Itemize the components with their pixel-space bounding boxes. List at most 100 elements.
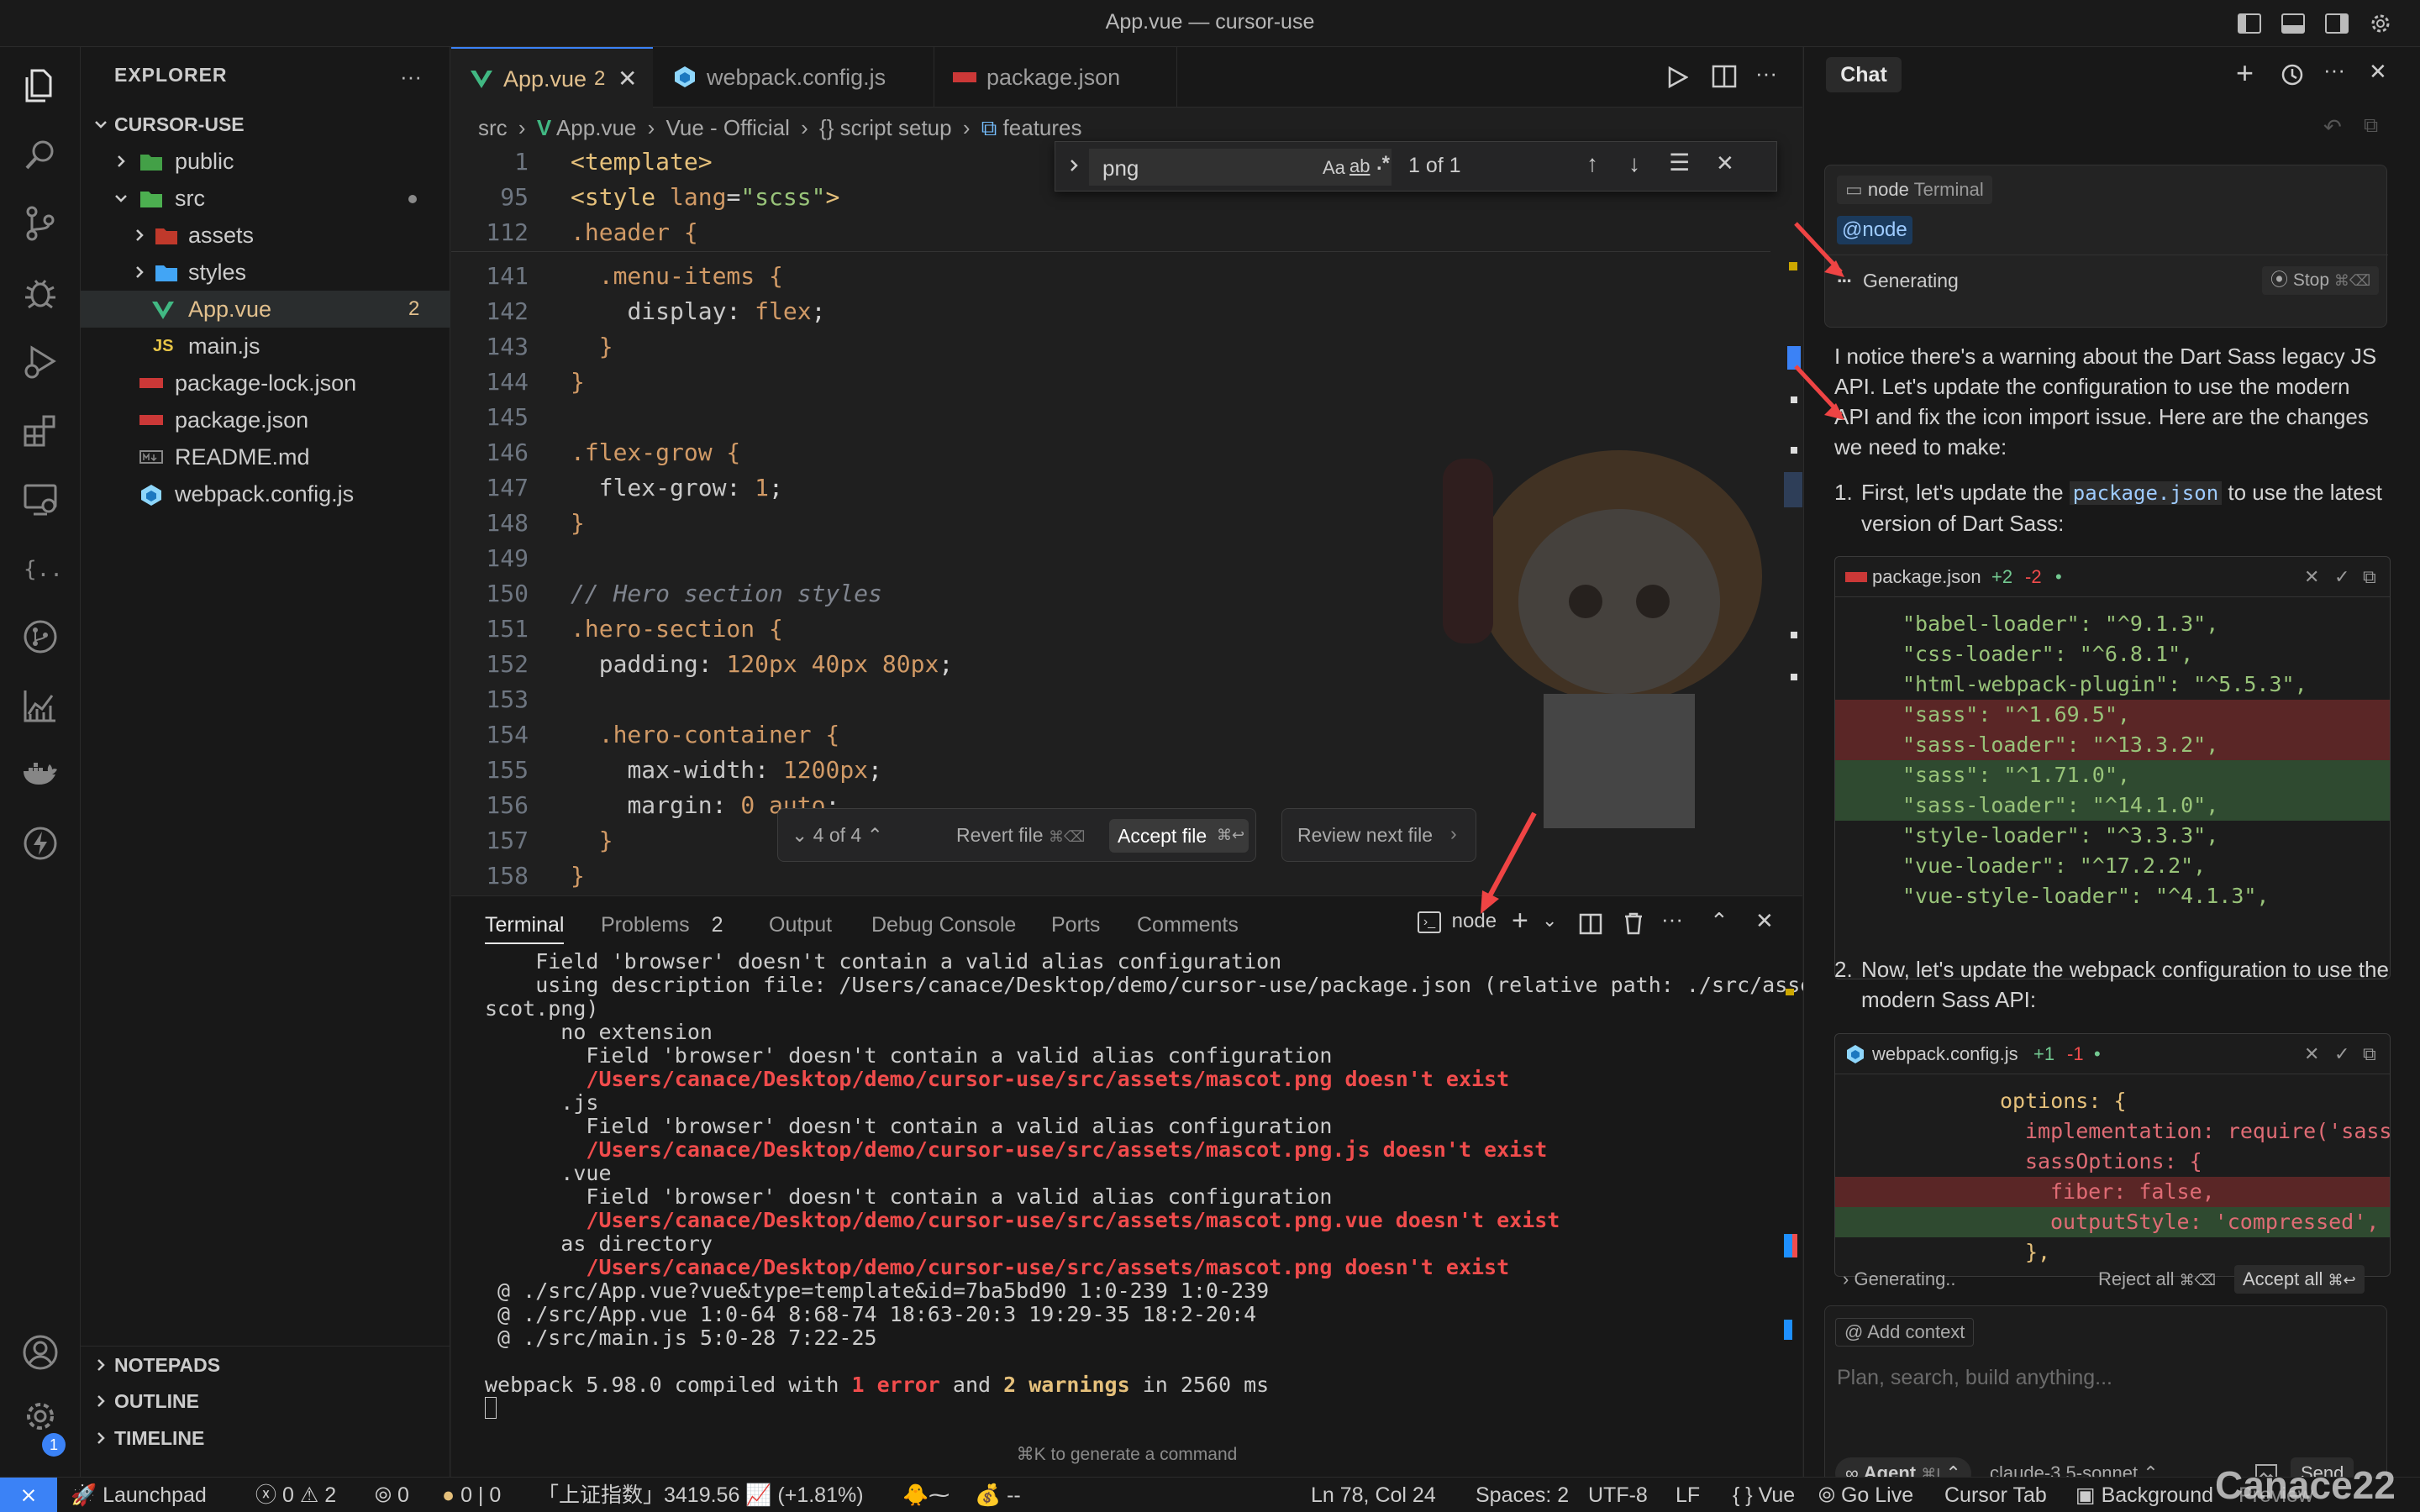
tree-item-assets[interactable]: assets (81, 217, 450, 254)
tree-item-package-json[interactable]: package.json (81, 402, 450, 438)
breadcrumb-language[interactable]: Vue - Official (666, 115, 790, 140)
close-tab-icon[interactable]: ✕ (618, 49, 637, 109)
bits-indicator[interactable]: ● 0 | 0 (442, 1478, 501, 1512)
find-input[interactable]: png Aa ab .* (1089, 149, 1392, 186)
go-live-button[interactable]: ⦾ Go Live (1818, 1478, 1913, 1512)
close-panel-icon[interactable]: ✕ (1755, 908, 1774, 934)
manage-gear-icon[interactable] (20, 1396, 60, 1436)
tab-webpack-config[interactable]: webpack.config.js (655, 47, 932, 108)
stock-ticker[interactable]: 「上证指数」3419.56 📈 (+1.81%) (538, 1478, 864, 1512)
close-find-icon[interactable]: ✕ (1716, 150, 1734, 176)
open-diff-icon[interactable]: ⧉ (2363, 557, 2376, 597)
find-in-selection-icon[interactable]: ☰ (1669, 149, 1690, 176)
source-control-icon[interactable] (20, 203, 60, 244)
open-diff-icon[interactable]: ⧉ (2363, 1034, 2376, 1074)
panel-tab-comments[interactable]: Comments (1137, 913, 1239, 937)
toggle-secondary-sidebar-icon[interactable] (2324, 12, 2349, 35)
accept-file-button[interactable]: Accept file ⌘↩ (1109, 819, 1249, 853)
extensions-icon[interactable] (20, 410, 60, 450)
breadcrumb-file[interactable]: App.vue (556, 115, 636, 140)
tab-app-vue[interactable]: App.vue 2 ✕ (451, 47, 653, 108)
pet-icon[interactable]: 🐥⁓ (902, 1478, 950, 1512)
section-notepads[interactable]: NOTEPADS (81, 1346, 450, 1383)
tree-item-src[interactable]: src (81, 180, 450, 217)
accept-all-button[interactable]: Accept all ⌘↩ (2234, 1265, 2365, 1294)
json-braces-icon[interactable]: {..} (20, 548, 60, 588)
chart-icon[interactable] (20, 685, 60, 726)
account-icon[interactable] (20, 1332, 60, 1373)
language-mode[interactable]: { } Vue (1733, 1478, 1795, 1512)
accept-diff-icon[interactable]: ✓ (2334, 1034, 2349, 1074)
trash-icon[interactable] (1623, 911, 1644, 935)
tree-item-main-js[interactable]: JS main.js (81, 328, 450, 365)
line-ending[interactable]: LF (1676, 1478, 1700, 1512)
code-area[interactable]: 1 <template> 95 <style lang="scss"> 112 .he… (451, 144, 1770, 900)
remote-indicator-icon[interactable]: ⨯ (0, 1478, 57, 1512)
cursor-tab-toggle[interactable]: Cursor Tab (1944, 1478, 2047, 1512)
chat-tab[interactable]: Chat (1826, 57, 1902, 92)
panel-tab-ports[interactable]: Ports (1051, 913, 1100, 937)
terminal-scrollbar[interactable] (1781, 950, 1799, 1454)
background-item[interactable]: ▣ Background (2075, 1478, 2213, 1512)
regex-toggle[interactable]: .* (1376, 152, 1390, 176)
breadcrumb-features[interactable]: features (1003, 115, 1082, 140)
run-debug-icon[interactable] (20, 341, 60, 381)
tree-item-app-vue[interactable]: App.vue 2 (81, 291, 450, 328)
tree-item-styles[interactable]: styles (81, 254, 450, 291)
panel-more-icon[interactable]: ··· (1661, 906, 1683, 932)
remote-explorer-icon[interactable] (20, 479, 60, 519)
gear-icon[interactable] (2368, 11, 2393, 36)
tree-item-public[interactable]: public (81, 143, 450, 180)
tree-item-webpack-config[interactable]: webpack.config.js (81, 475, 450, 512)
indentation[interactable]: Spaces: 2 (1476, 1478, 1569, 1512)
reject-diff-icon[interactable]: ✕ (2304, 1034, 2319, 1074)
section-timeline[interactable]: TIMELINE (81, 1420, 450, 1457)
explorer-root-folder[interactable]: CURSOR-USE (81, 106, 450, 143)
lightning-icon[interactable] (20, 823, 60, 864)
tab-package-json[interactable]: package.json (934, 47, 1177, 108)
add-context-button[interactable]: @ Add context (1835, 1318, 1975, 1347)
chat-input[interactable]: Plan, search, build anything... (1837, 1357, 2375, 1399)
chat-more-icon[interactable]: ··· (2323, 57, 2345, 83)
accept-diff-icon[interactable]: ✓ (2334, 557, 2349, 597)
stop-button[interactable]: ⦿ Stop ⌘⌫ (2262, 266, 2380, 295)
toggle-sidebar-icon[interactable] (2237, 12, 2262, 35)
panel-tab-problems[interactable]: Problems 2 (601, 913, 723, 937)
copy-icon[interactable]: ⧉ (2364, 114, 2378, 138)
close-chat-icon[interactable]: ✕ (2369, 59, 2387, 85)
whole-word-toggle[interactable]: ab (1349, 155, 1370, 177)
explorer-more-icon[interactable]: ··· (400, 64, 422, 90)
panel-tab-terminal[interactable]: Terminal (485, 913, 565, 944)
tree-item-readme[interactable]: README.md (81, 438, 450, 475)
explorer-files-icon[interactable] (20, 66, 60, 106)
debug-bug-icon[interactable] (20, 272, 60, 312)
toggle-panel-icon[interactable] (2281, 12, 2306, 35)
chevron-right-icon[interactable] (1065, 157, 1082, 174)
new-chat-icon[interactable]: + (2236, 55, 2254, 91)
match-case-toggle[interactable]: Aa (1323, 157, 1345, 179)
next-match-icon[interactable]: ↓ (1628, 150, 1640, 177)
terminal-output[interactable]: Field 'browser' doesn't contain a valid … (451, 950, 1876, 1454)
undo-icon[interactable]: ↶ (2323, 114, 2342, 140)
docker-icon[interactable] (20, 754, 60, 795)
breadcrumb-script-setup[interactable]: {} script setup (819, 115, 952, 140)
money-indicator[interactable]: 💰 -- (975, 1478, 1021, 1512)
review-counter[interactable]: ⌄ 4 of 4 ⌃ (792, 824, 883, 847)
run-file-icon[interactable] (1666, 66, 1688, 89)
maximize-panel-icon[interactable]: ⌃ (1710, 908, 1728, 934)
launchpad-item[interactable]: 🚀 Launchpad (71, 1478, 207, 1512)
previous-match-icon[interactable]: ↑ (1586, 150, 1598, 177)
history-icon[interactable] (2280, 62, 2305, 87)
editor-more-icon[interactable]: ··· (1755, 60, 1777, 87)
reject-all-button[interactable]: Reject all ⌘⌫ (2098, 1260, 2216, 1299)
revert-file-button[interactable]: Revert file ⌘⌫ (956, 824, 1085, 847)
ports-indicator[interactable]: ⦾ 0 (375, 1478, 409, 1512)
problems-indicator[interactable]: ⓧ 0 ⚠ 2 (255, 1478, 336, 1512)
git-graph-icon[interactable] (20, 617, 60, 657)
cursor-position[interactable]: Ln 78, Col 24 (1311, 1478, 1436, 1512)
split-editor-icon[interactable] (1712, 64, 1737, 89)
encoding[interactable]: UTF-8 (1588, 1478, 1648, 1512)
panel-tab-debug-console[interactable]: Debug Console (871, 913, 1016, 937)
search-icon[interactable] (20, 134, 60, 175)
review-next-file-button[interactable]: Review next file › (1281, 808, 1476, 862)
